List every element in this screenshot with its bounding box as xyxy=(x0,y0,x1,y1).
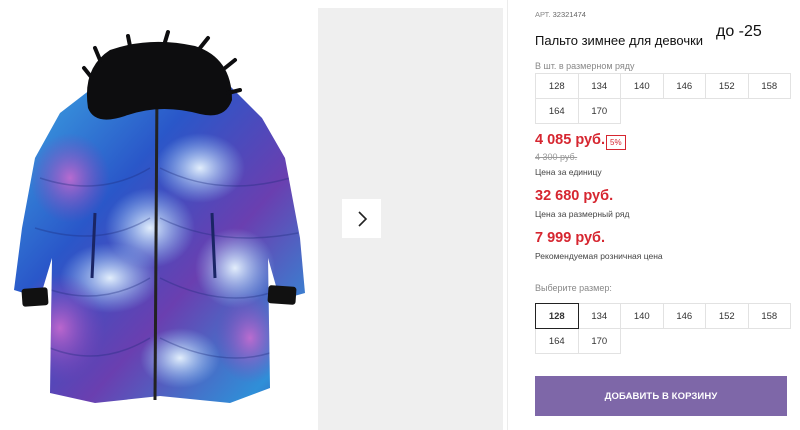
size-cell: 164 xyxy=(535,98,579,124)
article-label: АРТ. xyxy=(535,10,551,19)
size-cell: 152 xyxy=(705,73,749,99)
size-cell: 170 xyxy=(577,98,621,124)
product-title: Пальто зимнее для девочки xyxy=(535,33,704,48)
size-option[interactable]: 170 xyxy=(577,328,621,354)
size-option[interactable]: 140 xyxy=(620,303,664,329)
winter-coat-image xyxy=(14,30,305,403)
size-option[interactable]: 164 xyxy=(535,328,579,354)
discount-badge: 5% xyxy=(606,135,626,150)
size-selector: 128 134 140 146 152 158 164 170 xyxy=(535,303,791,354)
old-price: 4 300 руб. xyxy=(535,152,578,162)
size-option[interactable]: 134 xyxy=(577,303,621,329)
size-cell: 128 xyxy=(535,73,579,99)
size-option[interactable]: 146 xyxy=(662,303,706,329)
panel-divider xyxy=(507,0,508,430)
size-row-label: В шт. в размерном ряду xyxy=(535,61,635,71)
add-to-cart-button[interactable]: ДОБАВИТЬ В КОРЗИНУ xyxy=(535,376,787,416)
chevron-right-icon xyxy=(357,210,367,227)
article-code: 32321474 xyxy=(552,10,586,19)
size-row-price-label: Цена за размерный ряд xyxy=(535,209,630,219)
product-photo xyxy=(0,8,318,430)
size-option[interactable]: 128 xyxy=(535,303,579,329)
retail-price-label: Рекомендуемая розничная цена xyxy=(535,251,663,261)
size-cell: 134 xyxy=(577,73,621,99)
size-cell: 158 xyxy=(747,73,791,99)
unit-price-label: Цена за единицу xyxy=(535,167,602,177)
next-image-button[interactable] xyxy=(342,199,381,238)
article-number: АРТ. 32321474 xyxy=(535,10,586,19)
size-row-grid: 128 134 140 146 152 158 164 170 xyxy=(535,73,791,124)
product-info-panel: АРТ. 32321474 Пальто зимнее для девочки … xyxy=(535,0,795,430)
size-cell: 140 xyxy=(620,73,664,99)
retail-price: 7 999 руб. xyxy=(535,230,606,246)
size-cell: 146 xyxy=(662,73,706,99)
size-option[interactable]: 158 xyxy=(747,303,791,329)
size-option[interactable]: 152 xyxy=(705,303,749,329)
unit-price: 4 085 руб. xyxy=(535,132,606,148)
size-row-price: 32 680 руб. xyxy=(535,188,614,204)
product-gallery xyxy=(0,0,507,430)
promo-note: до -25 xyxy=(716,23,762,40)
select-size-label: Выберите размер: xyxy=(535,283,612,293)
